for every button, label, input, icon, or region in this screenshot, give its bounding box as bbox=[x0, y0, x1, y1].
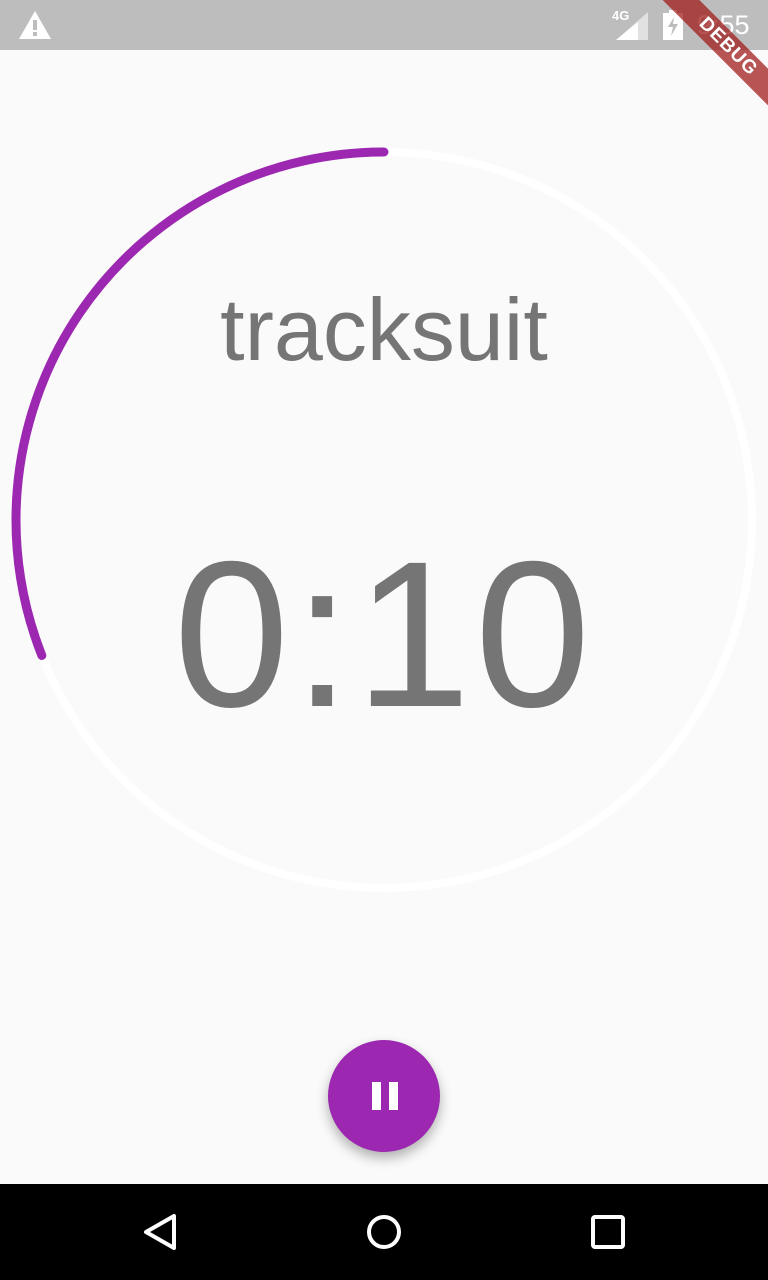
timer-progress-ring bbox=[11, 147, 756, 892]
warning-icon bbox=[19, 11, 51, 39]
exercise-name: tracksuit bbox=[220, 280, 548, 379]
status-clock: 9:55 bbox=[697, 10, 750, 40]
signal-icon bbox=[616, 12, 648, 40]
back-icon[interactable] bbox=[136, 1208, 184, 1256]
time-remaining: 0:10 bbox=[173, 519, 595, 751]
battery-charging-icon bbox=[663, 10, 683, 40]
navigation-bar bbox=[0, 1184, 768, 1280]
home-icon[interactable] bbox=[360, 1208, 408, 1256]
pause-icon bbox=[372, 1082, 398, 1110]
timer-screen: tracksuit 0:10 bbox=[0, 50, 768, 1184]
pause-button[interactable] bbox=[328, 1040, 440, 1152]
status-bar: 4G 9:55 bbox=[0, 0, 768, 50]
recents-icon[interactable] bbox=[584, 1208, 632, 1256]
